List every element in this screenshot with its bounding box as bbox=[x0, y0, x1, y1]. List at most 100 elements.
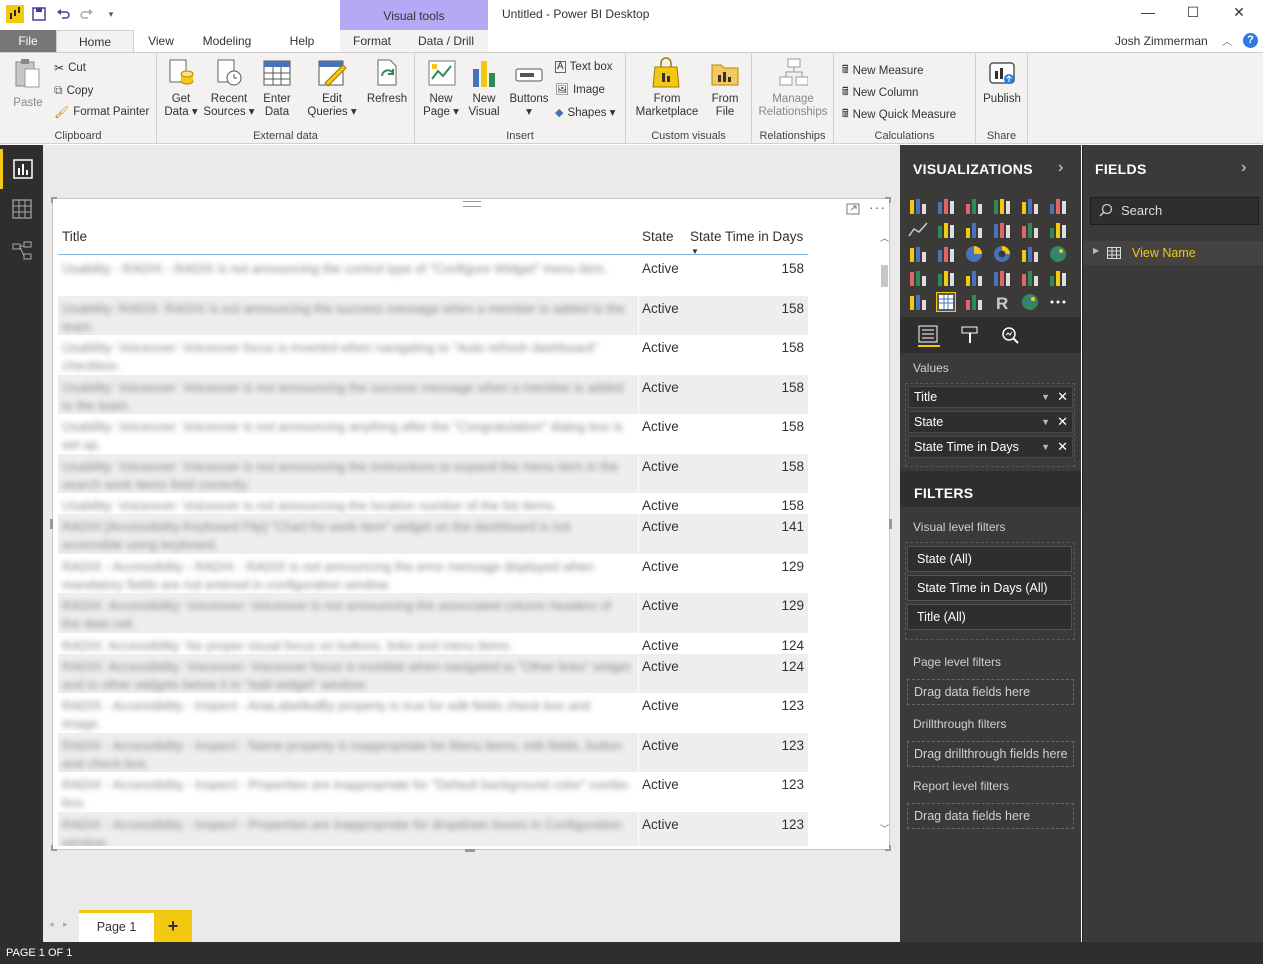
focus-mode-icon[interactable] bbox=[846, 203, 860, 218]
tab-format[interactable]: Format bbox=[340, 30, 404, 52]
resize-handle-left[interactable] bbox=[50, 519, 53, 529]
table-row[interactable]: RADIX: Accessibility: Voiceover: Voiceov… bbox=[58, 653, 808, 693]
copy-button[interactable]: ⧉ Copy bbox=[54, 83, 93, 98]
tab-home[interactable]: Home bbox=[56, 30, 134, 52]
tab-help[interactable]: Help bbox=[266, 30, 338, 52]
next-page-icon[interactable]: ▸ bbox=[63, 919, 68, 930]
stacked-bar-icon[interactable] bbox=[908, 196, 928, 216]
funnel-icon[interactable] bbox=[936, 268, 956, 288]
donut-chart-icon[interactable] bbox=[992, 244, 1012, 264]
collapse-visualizations-icon[interactable]: › bbox=[1058, 159, 1063, 177]
model-view-button[interactable] bbox=[0, 231, 43, 271]
table-visual[interactable]: ··· Title State State Time in Days ▼ Usa… bbox=[50, 197, 892, 852]
resize-handle-bottom-right[interactable] bbox=[885, 845, 891, 851]
recent-sources-button[interactable]: Recent Sources ▾ bbox=[203, 57, 255, 119]
close-button[interactable]: ✕ bbox=[1227, 4, 1251, 24]
waterfall-icon[interactable] bbox=[908, 244, 928, 264]
collapse-fields-icon[interactable]: › bbox=[1241, 159, 1246, 177]
area-chart-icon[interactable] bbox=[936, 220, 956, 240]
fields-tab-icon[interactable] bbox=[918, 325, 940, 347]
field-dropdown-icon[interactable]: ▼ bbox=[1041, 387, 1050, 407]
scroll-up-icon[interactable]: ︿ bbox=[880, 231, 889, 244]
new-visual-button[interactable]: New Visual bbox=[465, 57, 503, 119]
values-well-field-state[interactable]: State ▼ ✕ bbox=[908, 411, 1073, 433]
redo-icon[interactable] bbox=[78, 5, 96, 23]
report-level-filters-dropzone[interactable]: Drag data fields here bbox=[907, 803, 1074, 829]
r-script-icon[interactable]: R bbox=[992, 292, 1012, 313]
filter-card-title[interactable]: Title (All) bbox=[907, 604, 1072, 630]
format-paint-roller-icon[interactable] bbox=[960, 325, 980, 348]
multi-row-card-icon[interactable] bbox=[1020, 268, 1040, 288]
customize-toolbar-icon[interactable]: ▾ bbox=[102, 5, 120, 23]
new-page-button[interactable]: New Page ▾ bbox=[421, 57, 461, 119]
resize-handle-bottom[interactable] bbox=[465, 849, 475, 852]
resize-handle-right[interactable] bbox=[889, 519, 892, 529]
pie-chart-icon[interactable] bbox=[964, 244, 984, 264]
analytics-magnifier-icon[interactable] bbox=[1000, 325, 1020, 348]
line-chart-icon[interactable] bbox=[908, 220, 928, 240]
table-row[interactable]: Usability: Voiceover: Voiceover is not a… bbox=[58, 493, 808, 514]
fields-search-input[interactable]: Search bbox=[1090, 197, 1259, 225]
card-icon[interactable] bbox=[992, 268, 1012, 288]
drillthrough-filters-dropzone[interactable]: Drag drillthrough fields here bbox=[907, 741, 1074, 767]
tab-data-drill[interactable]: Data / Drill bbox=[404, 30, 488, 52]
resize-handle-top-left[interactable] bbox=[51, 197, 57, 203]
page-level-filters-dropzone[interactable]: Drag data fields here bbox=[907, 679, 1074, 705]
text-box-button[interactable]: A Text box bbox=[555, 61, 613, 73]
tab-file[interactable]: File bbox=[0, 30, 56, 52]
table-row[interactable]: RADIX - Accessibility - Inspect - Name p… bbox=[58, 732, 808, 772]
new-quick-measure-button[interactable]: 🖩 New Quick Measure bbox=[842, 105, 956, 124]
cut-button[interactable]: ✂ Cut bbox=[54, 61, 86, 75]
ribbon-chart-icon[interactable] bbox=[1048, 220, 1068, 240]
table-scrollbar[interactable]: ︿ ﹀ bbox=[880, 231, 890, 835]
new-measure-button[interactable]: 🖩 New Measure bbox=[842, 61, 924, 80]
remove-field-icon[interactable]: ✕ bbox=[1057, 437, 1068, 457]
data-view-button[interactable] bbox=[0, 189, 43, 229]
scatter-icon[interactable] bbox=[936, 244, 956, 264]
table-row[interactable]: RADIX - Accessibility - Inspect - AriaLa… bbox=[58, 693, 808, 733]
from-file-button[interactable]: From File bbox=[704, 57, 746, 119]
add-page-button[interactable]: + bbox=[154, 910, 192, 942]
minimize-button[interactable]: — bbox=[1136, 4, 1160, 24]
collapse-ribbon-icon[interactable]: ︿ bbox=[1222, 33, 1232, 48]
resize-handle-top-right[interactable] bbox=[885, 197, 891, 203]
shapes-button[interactable]: ◆ Shapes ▾ bbox=[555, 105, 615, 120]
help-icon[interactable]: ? bbox=[1243, 33, 1258, 48]
gauge-icon[interactable] bbox=[964, 268, 984, 288]
100-column-icon[interactable] bbox=[1048, 196, 1068, 216]
page-tab-1[interactable]: Page 1 bbox=[79, 910, 154, 942]
column-header-state[interactable]: State bbox=[642, 229, 674, 244]
table-row[interactable]: RADIX: Accessibility: No proper visual f… bbox=[58, 632, 808, 654]
globe-icon[interactable] bbox=[1020, 292, 1040, 312]
scroll-down-icon[interactable]: ﹀ bbox=[880, 822, 889, 835]
values-well-field-title[interactable]: Title ▼ ✕ bbox=[908, 386, 1073, 408]
maximize-button[interactable]: ☐ bbox=[1181, 4, 1205, 24]
remove-field-icon[interactable]: ✕ bbox=[1057, 387, 1068, 407]
edit-queries-button[interactable]: Edit Queries ▾ bbox=[307, 57, 357, 119]
table-row[interactable]: RADIX - Accessibility - Inspect - Proper… bbox=[58, 772, 808, 812]
expand-table-icon[interactable]: ▶ bbox=[1093, 246, 1099, 255]
image-button[interactable]: 🖼 Image bbox=[555, 83, 605, 97]
table-row[interactable]: Usability: Voiceover: Voiceover is not a… bbox=[58, 453, 808, 493]
clustered-bar-icon[interactable] bbox=[964, 196, 984, 216]
remove-field-icon[interactable]: ✕ bbox=[1057, 412, 1068, 432]
line-column-icon[interactable] bbox=[992, 220, 1012, 240]
enter-data-button[interactable]: Enter Data bbox=[257, 57, 297, 119]
field-table-view-name[interactable]: ▶ View Name bbox=[1083, 241, 1263, 265]
publish-button[interactable]: Publish bbox=[980, 57, 1024, 106]
line-clustered-column-icon[interactable] bbox=[1020, 220, 1040, 240]
filled-map-icon[interactable] bbox=[908, 268, 928, 288]
table-row[interactable]: RADIX - Accessibility - RADIX - RADIX is… bbox=[58, 553, 808, 593]
table-row[interactable]: Usability: Voiceover: Voiceover is not a… bbox=[58, 374, 808, 414]
manage-relationships-button[interactable]: Manage Relationships bbox=[756, 57, 830, 119]
column-header-state-time[interactable]: State Time in Days bbox=[690, 229, 803, 244]
clustered-column-icon[interactable] bbox=[992, 196, 1012, 216]
field-dropdown-icon[interactable]: ▼ bbox=[1041, 412, 1050, 432]
map-icon[interactable] bbox=[1048, 244, 1068, 264]
table-icon[interactable] bbox=[936, 292, 956, 312]
more-options-icon[interactable]: ··· bbox=[869, 199, 886, 215]
report-view-button[interactable] bbox=[0, 149, 43, 189]
values-well-field-state-time[interactable]: State Time in Days ▼ ✕ bbox=[908, 436, 1073, 458]
resize-handle-bottom-left[interactable] bbox=[51, 845, 57, 851]
column-header-title[interactable]: Title bbox=[62, 229, 87, 244]
